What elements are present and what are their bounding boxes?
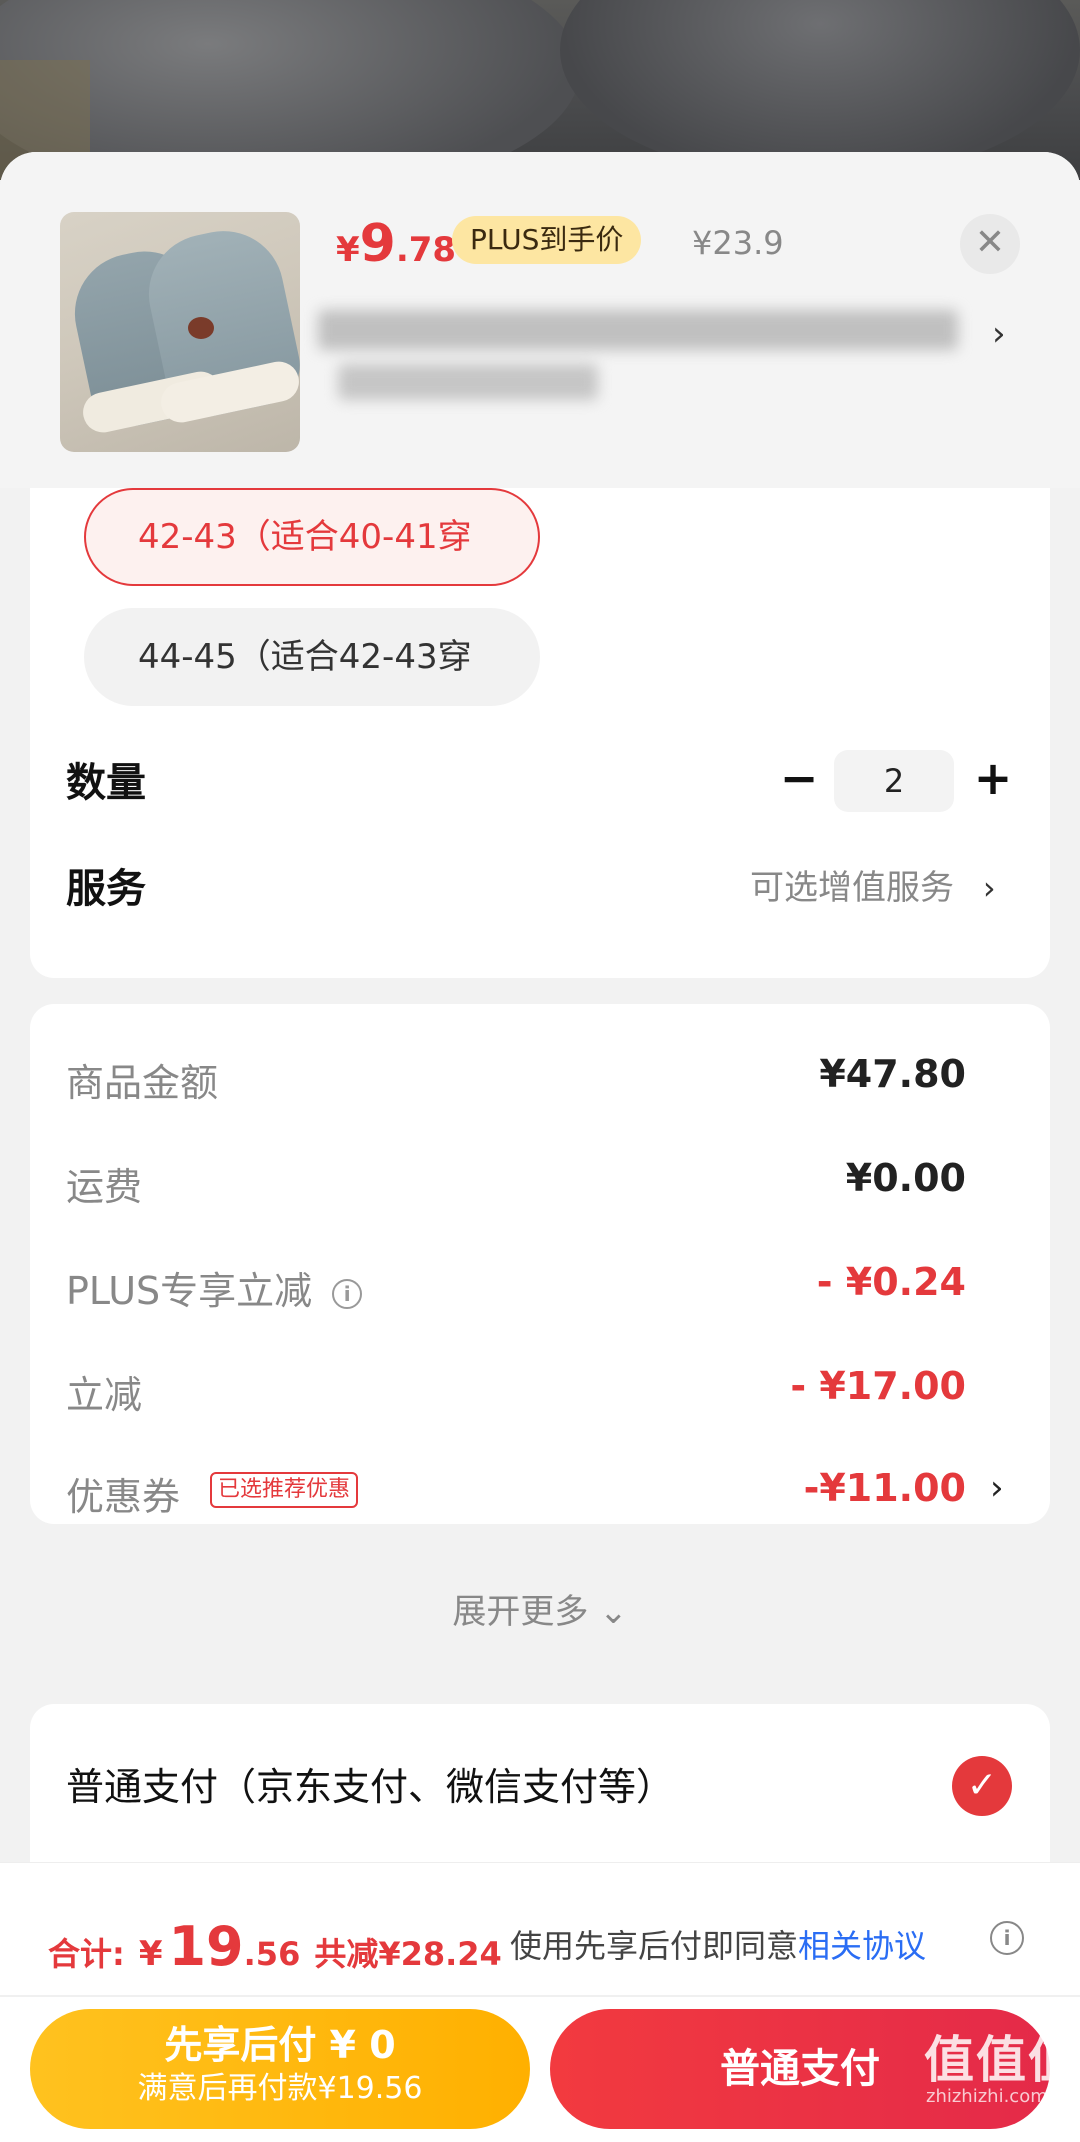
chevron-right-icon[interactable]: › (990, 1468, 1004, 1508)
product-thumbnail[interactable] (60, 212, 300, 452)
coupon-tag: 已选推荐优惠 (210, 1472, 359, 1508)
fee-label-plus-discount: PLUS专享立减 i (66, 1260, 363, 1315)
fee-label-instant-discount: 立减 (66, 1373, 143, 1417)
quantity-label: 数量 (66, 760, 146, 806)
total-currency: ¥ (138, 1934, 163, 1974)
info-icon[interactable]: i (332, 1278, 363, 1309)
fee-card: 商品金额 ¥47.80 运费 ¥0.00 PLUS专享立减 i - ¥0.24 立… (30, 1004, 1050, 1524)
agreement-text: 使用先享后付即同意相关协议 (510, 1921, 926, 1967)
quantity-minus-button[interactable]: − (774, 748, 824, 808)
total-decimal: .56 (243, 1935, 301, 1973)
product-price: ¥ 9 .78 (336, 214, 456, 274)
divider (0, 1995, 1080, 1997)
fee-label-goods: 商品金额 (66, 1061, 219, 1105)
close-button[interactable]: ✕ (960, 214, 1020, 274)
total-saved: 共减¥28.24 (314, 1935, 502, 1973)
service-selector[interactable]: 可选增值服务 › (750, 860, 996, 909)
info-icon[interactable]: i (990, 1921, 1024, 1955)
plus-price-badge: PLUS到手价 (452, 216, 642, 264)
price-decimal: .78 (395, 230, 457, 270)
total-prefix: 合计: (48, 1935, 125, 1973)
original-price: ¥23.9 (692, 224, 784, 262)
size-option-44-45[interactable]: 44-45（适合42-43穿 (84, 608, 540, 706)
plus-discount-text: PLUS专享立减 (66, 1269, 313, 1313)
fee-label-coupon: 优惠券 (66, 1475, 181, 1519)
fee-value-goods: ¥47.80 (819, 1052, 966, 1096)
expand-more-button[interactable]: 展开更多 ⌄ (30, 1584, 1050, 1633)
agreement-link[interactable]: 相关协议 (798, 1927, 926, 1965)
fee-value-plus-discount: - ¥0.24 (816, 1260, 966, 1304)
fee-value-shipping: ¥0.00 (845, 1156, 966, 1200)
pay-later-subtitle: 满意后再付款¥19.56 (137, 2071, 423, 2106)
agreement-prefix: 使用先享后付即同意 (510, 1927, 799, 1965)
fee-value-instant-discount: - ¥17.00 (790, 1364, 966, 1408)
bottom-bar: 合计: ¥ 19 .56 共减¥28.24 使用先享后付即同意相关协议 i 先享… (0, 1862, 1080, 2142)
purchase-sheet: ¥ 9 .78 PLUS到手价 ¥23.9 ✕ › 42-43（适合40-41穿… (0, 152, 1080, 2142)
chevron-right-icon: › (982, 869, 996, 907)
check-icon[interactable]: ✓ (952, 1756, 1012, 1816)
product-header: ¥ 9 .78 PLUS到手价 ¥23.9 ✕ › (0, 152, 1080, 488)
chevron-right-icon[interactable]: › (992, 314, 1006, 354)
site-watermark: 值值值 (924, 2031, 1080, 2089)
spec-card: 42-43（适合40-41穿 44-45（适合42-43穿 数量 − 2 + 服… (30, 488, 1050, 978)
service-label: 服务 (66, 866, 146, 912)
blur-line (318, 310, 958, 350)
size-option-42-43[interactable]: 42-43（适合40-41穿 (84, 488, 540, 586)
order-total: 合计: ¥ 19 .56 共减¥28.24 (48, 1915, 502, 1978)
pay-later-title: 先享后付 ¥ 0 (164, 2023, 396, 2067)
fee-label-shipping: 运费 (66, 1165, 143, 1209)
service-hint-text: 可选增值服务 (750, 868, 954, 908)
quantity-plus-button[interactable]: + (968, 748, 1018, 808)
product-title-blurred[interactable] (318, 302, 978, 412)
total-integer: 19 (168, 1915, 244, 1978)
quantity-input[interactable]: 2 (834, 750, 954, 812)
payment-option-normal[interactable]: 普通支付（京东支付、微信支付等） (66, 1756, 674, 1811)
pay-later-button[interactable]: 先享后付 ¥ 0 满意后再付款¥19.56 (30, 2009, 530, 2129)
bear-logo (188, 317, 214, 339)
site-watermark-url: zhizhizhi.com (926, 2086, 1048, 2107)
close-icon: ✕ (974, 222, 1006, 263)
blur-line (338, 364, 598, 400)
fee-value-coupon[interactable]: -¥11.00 (804, 1466, 966, 1510)
price-currency: ¥ (336, 230, 360, 270)
price-integer: 9 (359, 214, 396, 274)
